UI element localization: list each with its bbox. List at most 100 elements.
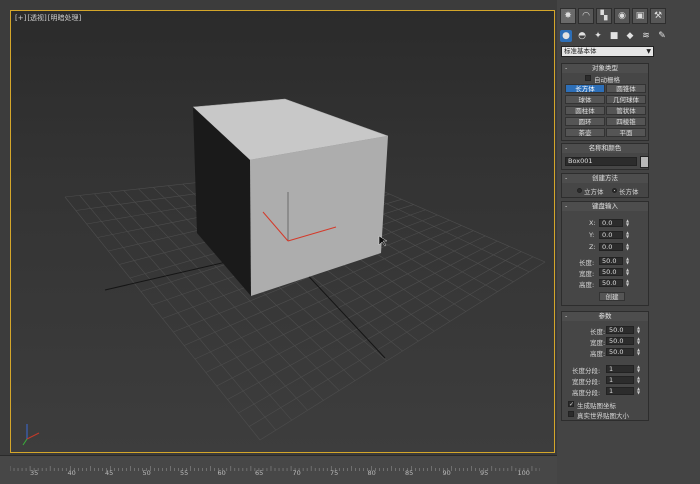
x-input[interactable]: 0.0	[599, 219, 623, 227]
real-world-label: 真实世界贴图大小	[577, 412, 629, 420]
width-segs-spinner-icon[interactable]: ▲ ▼	[637, 376, 641, 384]
viewport-label[interactable]: [+][透视][明暗处理]	[15, 13, 82, 23]
torus-button[interactable]: 圆环	[565, 117, 605, 126]
scene-canvas[interactable]	[0, 0, 557, 455]
geosphere-button[interactable]: 几何球体	[606, 95, 646, 104]
width-segs-input[interactable]: 1	[606, 376, 634, 384]
box-object[interactable]	[192, 98, 389, 296]
object-name-field[interactable]: Box001	[565, 157, 637, 166]
plane-button[interactable]: 平面	[606, 128, 646, 137]
teapot-button[interactable]: 茶壶	[565, 128, 605, 137]
x-label: X:	[589, 219, 596, 227]
length-spinner-icon[interactable]: ▲ ▼	[637, 326, 641, 334]
y-input[interactable]: 0.0	[599, 231, 623, 239]
real-world-checkbox[interactable]	[568, 411, 574, 417]
length-segs-input[interactable]: 1	[606, 365, 634, 373]
box-front-face	[250, 136, 388, 296]
object-type-title[interactable]: - 对象类型	[562, 64, 648, 73]
command-panel: ✸ ◠ ▚ ◉ ▣ ⚒ ● ◓ ✦ ■ ◆ ≋ ✎ 标准基本体 ▼ - 对象类型 …	[557, 0, 700, 483]
spacewarps-icon[interactable]: ≋	[640, 30, 652, 42]
viewport-view-menu[interactable]: [透视]	[27, 14, 46, 22]
timeline-tick-label: 60	[217, 469, 226, 477]
timeline-tick-label: 80	[367, 469, 376, 477]
object-type-rollout: - 对象类型 自动栅格 长方体 圆锥体 球体 几何球体 圆柱体 管状体 圆环 四棱…	[561, 63, 649, 141]
kb-length-spinner-icon[interactable]: ▲ ▼	[626, 257, 630, 265]
length-segs-spinner-icon[interactable]: ▲ ▼	[637, 365, 641, 373]
x-spinner-icon[interactable]: ▲ ▼	[626, 219, 630, 227]
cylinder-button[interactable]: 圆柱体	[565, 106, 605, 115]
timeline-tick-label: 65	[255, 469, 264, 477]
timeline-tick-label: 85	[405, 469, 414, 477]
lights-icon[interactable]: ✦	[592, 30, 604, 42]
height-spinner-icon[interactable]: ▲ ▼	[637, 348, 641, 356]
creation-method-rollout: - 创建方法 立方体 长方体	[561, 173, 649, 198]
kb-height-spinner-icon[interactable]: ▲ ▼	[626, 279, 630, 287]
z-spinner-icon[interactable]: ▲ ▼	[626, 243, 630, 251]
systems-icon[interactable]: ✎	[656, 30, 668, 42]
height-input[interactable]: 50.0	[606, 348, 634, 356]
timeline-tick-label: 90	[442, 469, 451, 477]
timeline-tick-label: 70	[292, 469, 301, 477]
parameters-title[interactable]: - 参数	[562, 312, 648, 321]
box-radio[interactable]	[612, 188, 617, 193]
axis-tripod-icon	[22, 424, 40, 446]
tube-button[interactable]: 管状体	[606, 106, 646, 115]
height-segs-spinner-icon[interactable]: ▲ ▼	[637, 387, 641, 395]
viewport-plus-menu[interactable]: [+]	[15, 14, 26, 22]
object-color-swatch[interactable]	[640, 156, 649, 168]
cube-radio[interactable]	[577, 188, 582, 193]
autogrid-checkbox[interactable]	[585, 75, 591, 81]
keyboard-entry-title[interactable]: - 键盘输入	[562, 202, 648, 211]
display-tab-icon[interactable]: ▣	[632, 8, 648, 24]
width-input[interactable]: 50.0	[606, 337, 634, 345]
category-dropdown[interactable]: 标准基本体 ▼	[561, 46, 654, 57]
shapes-icon[interactable]: ◓	[576, 30, 588, 42]
parameters-rollout: - 参数 长度: 50.0 ▲ ▼ 宽度: 50.0 ▲ ▼ 高度: 50.0 ▲ ▼ …	[561, 311, 649, 421]
category-value: 标准基本体	[564, 47, 597, 55]
height-label: 高度:	[590, 350, 606, 358]
motion-tab-icon[interactable]: ◉	[614, 8, 630, 24]
name-color-title[interactable]: - 名称和颜色	[562, 144, 648, 153]
gen-map-label: 生成贴图坐标	[577, 402, 616, 410]
timeline-tick-label: 50	[142, 469, 151, 477]
kb-length-input[interactable]: 50.0	[599, 257, 623, 265]
chevron-down-icon: ▼	[646, 48, 651, 55]
name-color-rollout: - 名称和颜色 Box001	[561, 143, 649, 170]
command-panel-tabs: ✸ ◠ ▚ ◉ ▣ ⚒	[560, 8, 666, 28]
create-subtabs: ● ◓ ✦ ■ ◆ ≋ ✎	[560, 30, 668, 42]
z-label: Z:	[589, 243, 596, 251]
kb-width-spinner-icon[interactable]: ▲ ▼	[626, 268, 630, 276]
helpers-icon[interactable]: ◆	[624, 30, 636, 42]
hierarchy-tab-icon[interactable]: ▚	[596, 8, 612, 24]
utilities-tab-icon[interactable]: ⚒	[650, 8, 666, 24]
length-input[interactable]: 50.0	[606, 326, 634, 334]
timeline-tick-label: 55	[180, 469, 189, 477]
modify-tab-icon[interactable]: ◠	[578, 8, 594, 24]
timeline-tick-label: 100	[517, 469, 530, 477]
create-button[interactable]: 创建	[599, 292, 625, 301]
box-button[interactable]: 长方体	[565, 84, 605, 93]
kb-length-label: 长度:	[579, 259, 595, 267]
keyboard-entry-rollout: - 键盘输入 X: 0.0 ▲ ▼ Y: 0.0 ▲ ▼ Z: 0.0 ▲ ▼ 长度: …	[561, 201, 649, 306]
z-input[interactable]: 0.0	[599, 243, 623, 251]
sphere-button[interactable]: 球体	[565, 95, 605, 104]
timeline-tick-label: 35	[30, 469, 39, 477]
viewport-shading-menu[interactable]: [明暗处理]	[48, 14, 81, 22]
cone-button[interactable]: 圆锥体	[606, 84, 646, 93]
create-tab-icon[interactable]: ✸	[560, 8, 576, 24]
y-spinner-icon[interactable]: ▲ ▼	[626, 231, 630, 239]
length-label: 长度:	[590, 328, 606, 336]
cameras-icon[interactable]: ■	[608, 30, 620, 42]
width-spinner-icon[interactable]: ▲ ▼	[637, 337, 641, 345]
height-segs-input[interactable]: 1	[606, 387, 634, 395]
pyramid-button[interactable]: 四棱锥	[606, 117, 646, 126]
timeline-ruler[interactable]: 35 40 45 50 55 60 65 70 75 80 85 90 95 100	[0, 455, 557, 484]
geometry-icon[interactable]: ●	[560, 30, 572, 42]
kb-height-input[interactable]: 50.0	[599, 279, 623, 287]
cube-label: 立方体	[584, 188, 604, 196]
creation-method-title[interactable]: - 创建方法	[562, 174, 648, 183]
perspective-viewport[interactable]: [+][透视][明暗处理]	[0, 0, 558, 455]
kb-width-input[interactable]: 50.0	[599, 268, 623, 276]
gen-map-checkbox[interactable]: ✓	[568, 401, 574, 408]
timeline-tick-label: 40	[67, 469, 76, 477]
